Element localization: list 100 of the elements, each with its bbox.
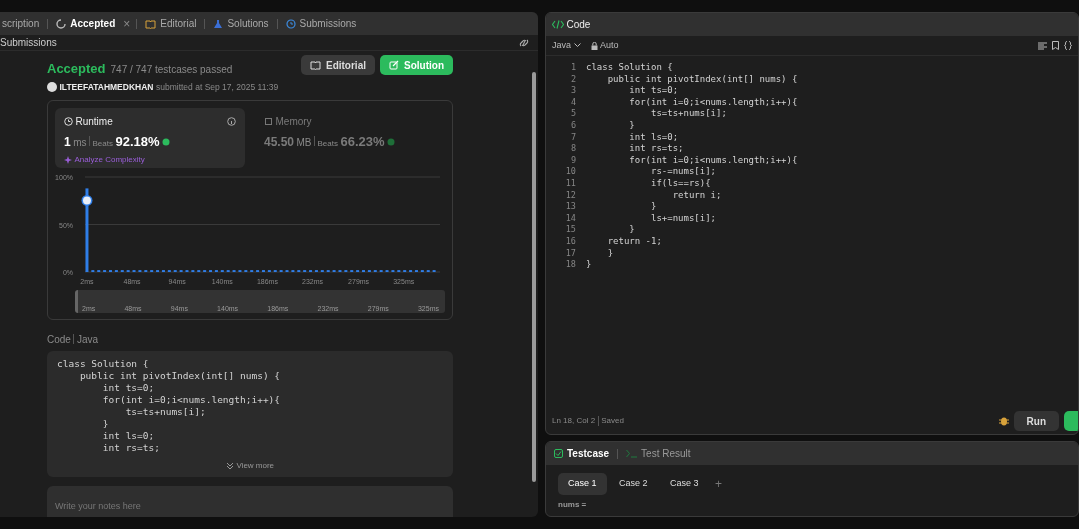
stat-value: 1 — [64, 133, 71, 151]
code-line: ls+=nums[i]; — [650, 212, 718, 225]
book-icon — [310, 60, 321, 70]
case-tab[interactable]: Case 1 — [558, 473, 607, 495]
case-tab[interactable]: Case 3 — [660, 473, 709, 495]
code-label: Code — [47, 332, 71, 347]
bar — [150, 269, 154, 272]
bar — [250, 269, 254, 272]
code-line: } — [628, 119, 636, 132]
language-dropdown[interactable]: Java — [552, 38, 581, 53]
line-number: 3 — [569, 85, 576, 97]
bar — [267, 269, 271, 272]
code-line: if(ls==rs){ — [650, 177, 712, 190]
bar — [244, 269, 248, 272]
add-case-button[interactable]: + — [711, 474, 727, 493]
flask-icon — [213, 18, 224, 29]
beats-value: 66.23% — [340, 132, 385, 151]
bar — [432, 269, 436, 272]
sparkle-icon — [64, 156, 72, 165]
case-tab[interactable]: Case 2 — [609, 473, 658, 495]
terminal-icon — [626, 449, 638, 458]
code-line: for(int i=0;i<nums.length;i++){ — [628, 154, 798, 167]
tab[interactable]: Editorial — [143, 16, 199, 31]
view-more-button[interactable]: View more — [219, 458, 281, 473]
bar — [385, 269, 389, 272]
bar — [138, 269, 142, 272]
code-line: int ls=0; — [101, 429, 156, 442]
tab[interactable]: Accepted — [54, 16, 118, 31]
bar — [197, 269, 201, 272]
lock-icon — [590, 41, 598, 50]
book-icon — [145, 18, 157, 29]
edit-icon — [389, 60, 399, 70]
code-line: for(int i=0;i<nums.length;i++){ — [628, 96, 798, 109]
beats-label: Beats — [92, 137, 113, 150]
align-icon — [1038, 41, 1047, 50]
bar — [126, 269, 130, 272]
chevrons-down-icon — [225, 461, 234, 470]
cursor-position: Ln 18, Col 2 — [552, 415, 596, 427]
bar — [332, 269, 336, 272]
line-number: 16 — [564, 235, 576, 248]
run-button[interactable]: Run — [1013, 411, 1059, 431]
close-icon[interactable]: × — [123, 14, 131, 33]
bar — [397, 269, 401, 272]
section-title: Submissions — [0, 36, 57, 50]
bar — [356, 269, 360, 272]
bar — [203, 269, 207, 272]
code-line: for(int i=0;i<nums.length;i++){ — [101, 393, 282, 406]
code-line: return -1; — [606, 235, 663, 248]
bar — [226, 269, 230, 272]
bar — [220, 269, 224, 272]
username[interactable]: ILTEEFATAHMEDKHAN — [59, 81, 154, 94]
tab[interactable]: Solutions — [211, 16, 271, 31]
checkbox-icon — [554, 449, 563, 458]
line-number: 5 — [569, 108, 576, 120]
line-number: 17 — [564, 247, 576, 260]
code-tab[interactable]: Code — [552, 17, 591, 32]
submitted-text: submitted at Sep 17, 2025 11:39 — [155, 81, 279, 94]
bar — [297, 269, 301, 272]
line-number: 10 — [564, 166, 576, 178]
code-line: } — [628, 224, 636, 236]
bar — [320, 269, 324, 272]
mode-label[interactable]: Auto — [600, 38, 619, 53]
code-line: ts=ts+nums[i]; — [650, 108, 728, 120]
bar — [256, 269, 260, 272]
bar — [132, 269, 136, 272]
code-line: int rs=ts; — [628, 143, 685, 155]
bar — [379, 269, 383, 272]
line-number: 7 — [569, 131, 576, 144]
link-icon — [518, 37, 530, 48]
scrollbar[interactable] — [532, 72, 536, 482]
bar — [114, 269, 118, 272]
bar — [91, 269, 95, 272]
stat-value: 45.50 — [264, 133, 295, 151]
bar — [391, 269, 395, 272]
tab[interactable]: scription — [0, 16, 42, 31]
editorial-button[interactable]: Editorial — [301, 55, 375, 75]
code-line: class Solution { — [586, 62, 674, 74]
line-number: 14 — [564, 212, 576, 225]
code-line: } — [586, 259, 593, 271]
bar — [179, 269, 183, 272]
bar — [279, 269, 283, 272]
user-marker — [81, 194, 93, 206]
tab[interactable]: Submissions — [283, 16, 359, 31]
submit-button[interactable] — [1064, 411, 1078, 431]
loading-icon — [56, 18, 67, 29]
tab[interactable]: Testcase — [552, 446, 612, 461]
line-number: 9 — [569, 154, 576, 167]
bar — [420, 269, 424, 272]
code-line: } — [650, 201, 658, 213]
stat-panel[interactable]: Runtime 1 ms Beats 92.18% Analyze Complexity — [55, 107, 245, 168]
notes-field[interactable]: Write your notes here — [47, 485, 453, 517]
code-line: int ls=0; — [628, 131, 680, 144]
language-label: Java — [76, 332, 99, 347]
bar — [403, 269, 407, 272]
stat-title: Runtime — [75, 114, 113, 129]
bar — [103, 269, 107, 272]
bar — [232, 269, 236, 272]
stat-panel[interactable]: Memory 45.50 MB Beats 66.23% — [255, 107, 445, 168]
bar — [238, 269, 242, 272]
tab[interactable]: Test Result — [624, 446, 693, 461]
